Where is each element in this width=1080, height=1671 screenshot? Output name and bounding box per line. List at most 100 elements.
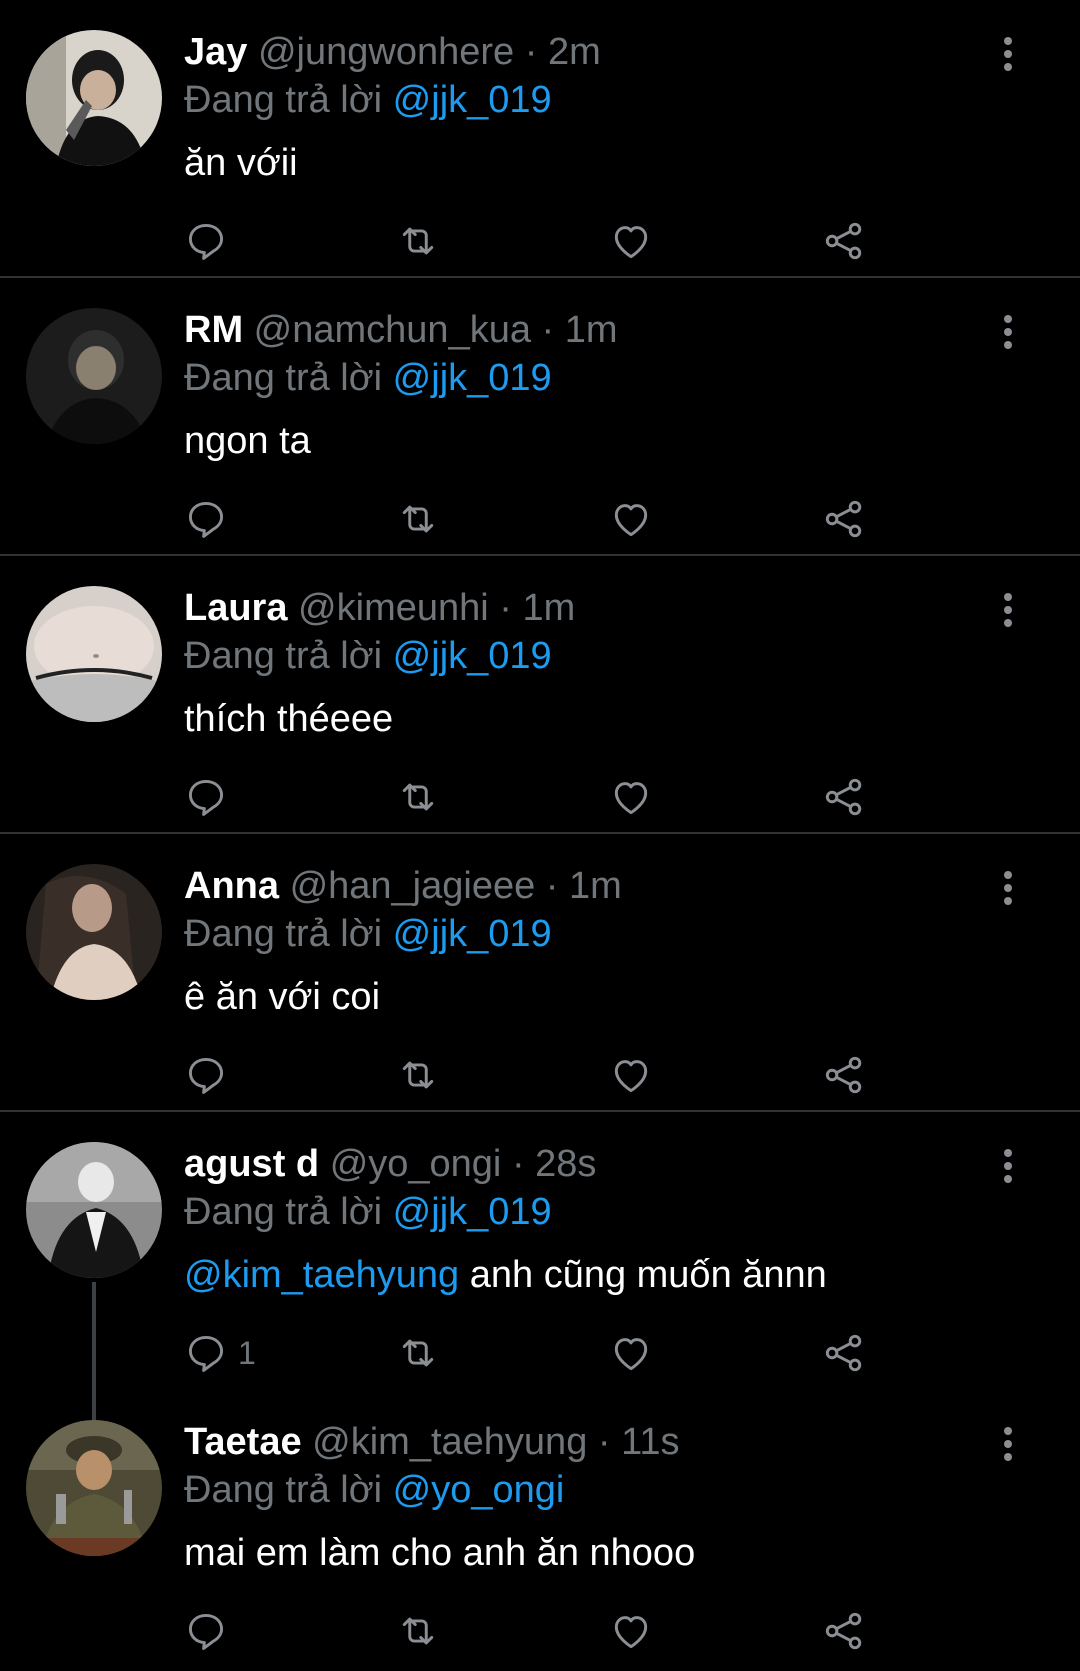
retweet-button[interactable] <box>396 1607 440 1655</box>
tweet-item[interactable]: agust d @yo_ongi · 28s Đang trả lời @jjk… <box>0 1112 1080 1390</box>
retweet-button[interactable] <box>396 773 440 821</box>
user-handle[interactable]: @yo_ongi <box>330 1143 502 1185</box>
tweet-text: @kim_taehyung anh cũng muốn ănnn <box>184 1251 827 1299</box>
user-handle[interactable]: @namchun_kua <box>254 309 531 351</box>
replying-to-handle[interactable]: @jjk_019 <box>393 1191 552 1233</box>
retweet-button[interactable] <box>396 495 440 543</box>
avatar[interactable] <box>26 1420 162 1556</box>
heart-icon <box>614 782 648 815</box>
more-vertical-icon[interactable] <box>992 34 1024 74</box>
tweet-item[interactable]: Jay @jungwonhere · 2m Đang trả lời @jjk_… <box>0 0 1080 278</box>
avatar[interactable] <box>26 864 162 1000</box>
tweet-text: mai em làm cho anh ăn nhooo <box>184 1529 695 1577</box>
heart-icon <box>614 504 648 537</box>
display-name[interactable]: Taetae <box>184 1421 302 1463</box>
more-vertical-icon[interactable] <box>992 312 1024 352</box>
replying-to-handle[interactable]: @jjk_019 <box>393 357 552 399</box>
separator-dot: · <box>541 309 555 351</box>
share-button[interactable] <box>822 1607 866 1655</box>
display-name[interactable]: Laura <box>184 587 287 629</box>
display-name[interactable]: Jay <box>184 31 247 73</box>
share-button[interactable] <box>822 495 866 543</box>
retweet-icon <box>402 227 434 255</box>
replying-to-label: Đang trả lời <box>184 79 383 121</box>
reply-button[interactable]: 1 <box>184 1329 256 1377</box>
more-vertical-icon[interactable] <box>992 868 1024 908</box>
more-vertical-icon[interactable] <box>992 590 1024 630</box>
user-handle[interactable]: @kim_taehyung <box>312 1421 587 1463</box>
replying-to-line: Đang trả lời @jjk_019 <box>184 1188 552 1236</box>
user-handle[interactable]: @jungwonhere <box>258 31 514 73</box>
more-vertical-icon[interactable] <box>992 1146 1024 1186</box>
display-name[interactable]: Anna <box>184 865 279 907</box>
reply-button[interactable] <box>184 495 238 543</box>
retweet-button[interactable] <box>396 217 440 265</box>
tweet-item[interactable]: Taetae @kim_taehyung · 11s Đang trả lời … <box>0 1390 1080 1668</box>
tweet-text-content: ê ăn với coi <box>184 976 381 1018</box>
share-button[interactable] <box>822 217 866 265</box>
like-button[interactable] <box>609 217 653 265</box>
share-icon <box>825 500 862 538</box>
replying-to-handle[interactable]: @jjk_019 <box>393 635 552 677</box>
user-handle[interactable]: @han_jagieee <box>290 865 536 907</box>
timestamp[interactable]: 1m <box>522 587 575 629</box>
tweet-text-content: thích théeee <box>184 698 394 740</box>
heart-icon <box>614 226 648 259</box>
retweet-icon <box>402 1061 434 1089</box>
heart-icon <box>614 1060 648 1093</box>
reply-icon <box>188 501 224 538</box>
share-button[interactable] <box>822 1329 866 1377</box>
avatar[interactable] <box>26 1142 162 1278</box>
retweet-button[interactable] <box>396 1051 440 1099</box>
tweet-text-content: ăn vớii <box>184 142 298 184</box>
user-handle[interactable]: @kimeunhi <box>298 587 489 629</box>
retweet-icon <box>402 783 434 811</box>
replying-to-label: Đang trả lời <box>184 635 383 677</box>
heart-icon <box>614 1616 648 1649</box>
replying-to-label: Đang trả lời <box>184 357 383 399</box>
tweet-item[interactable]: RM @namchun_kua · 1m Đang trả lời @jjk_0… <box>0 278 1080 556</box>
display-name[interactable]: RM <box>184 309 243 351</box>
tweet-item[interactable]: Anna @han_jagieee · 1m Đang trả lời @jjk… <box>0 834 1080 1112</box>
replying-to-handle[interactable]: @jjk_019 <box>393 79 552 121</box>
like-button[interactable] <box>609 1329 653 1377</box>
timestamp[interactable]: 1m <box>569 865 622 907</box>
retweet-button[interactable] <box>396 1329 440 1377</box>
like-button[interactable] <box>609 773 653 821</box>
tweet-header: RM @namchun_kua · 1m <box>184 306 618 354</box>
reply-count: 1 <box>238 1334 256 1371</box>
avatar[interactable] <box>26 308 162 444</box>
replying-to-handle[interactable]: @jjk_019 <box>393 913 552 955</box>
more-vertical-icon[interactable] <box>992 1424 1024 1464</box>
replying-to-handle[interactable]: @yo_ongi <box>393 1469 565 1511</box>
reply-button[interactable] <box>184 1051 238 1099</box>
tweet-text-content: mai em làm cho anh ăn nhooo <box>184 1532 696 1574</box>
tweet-mention[interactable]: @kim_taehyung <box>184 1254 459 1296</box>
replying-to-line: Đang trả lời @yo_ongi <box>184 1466 564 1514</box>
reply-button[interactable] <box>184 1607 238 1655</box>
tweet-header: agust d @yo_ongi · 28s <box>184 1140 596 1188</box>
separator-dot: · <box>545 865 559 907</box>
share-icon <box>825 1334 862 1372</box>
avatar[interactable] <box>26 30 162 166</box>
reply-icon <box>188 779 224 816</box>
timestamp[interactable]: 1m <box>565 309 618 351</box>
display-name[interactable]: agust d <box>184 1143 319 1185</box>
timestamp[interactable]: 2m <box>548 31 601 73</box>
share-button[interactable] <box>822 1051 866 1099</box>
avatar[interactable] <box>26 586 162 722</box>
retweet-icon <box>402 505 434 533</box>
like-button[interactable] <box>609 1607 653 1655</box>
timestamp[interactable]: 28s <box>535 1143 596 1185</box>
reply-button[interactable] <box>184 217 238 265</box>
like-button[interactable] <box>609 495 653 543</box>
reply-button[interactable] <box>184 773 238 821</box>
share-icon <box>825 222 862 260</box>
tweet-item[interactable]: Laura @kimeunhi · 1m Đang trả lời @jjk_0… <box>0 556 1080 834</box>
timestamp[interactable]: 11s <box>621 1421 679 1463</box>
retweet-icon <box>402 1339 434 1367</box>
like-button[interactable] <box>609 1051 653 1099</box>
reply-icon <box>188 1613 224 1650</box>
tweet-header: Taetae @kim_taehyung · 11s <box>184 1418 680 1466</box>
share-button[interactable] <box>822 773 866 821</box>
